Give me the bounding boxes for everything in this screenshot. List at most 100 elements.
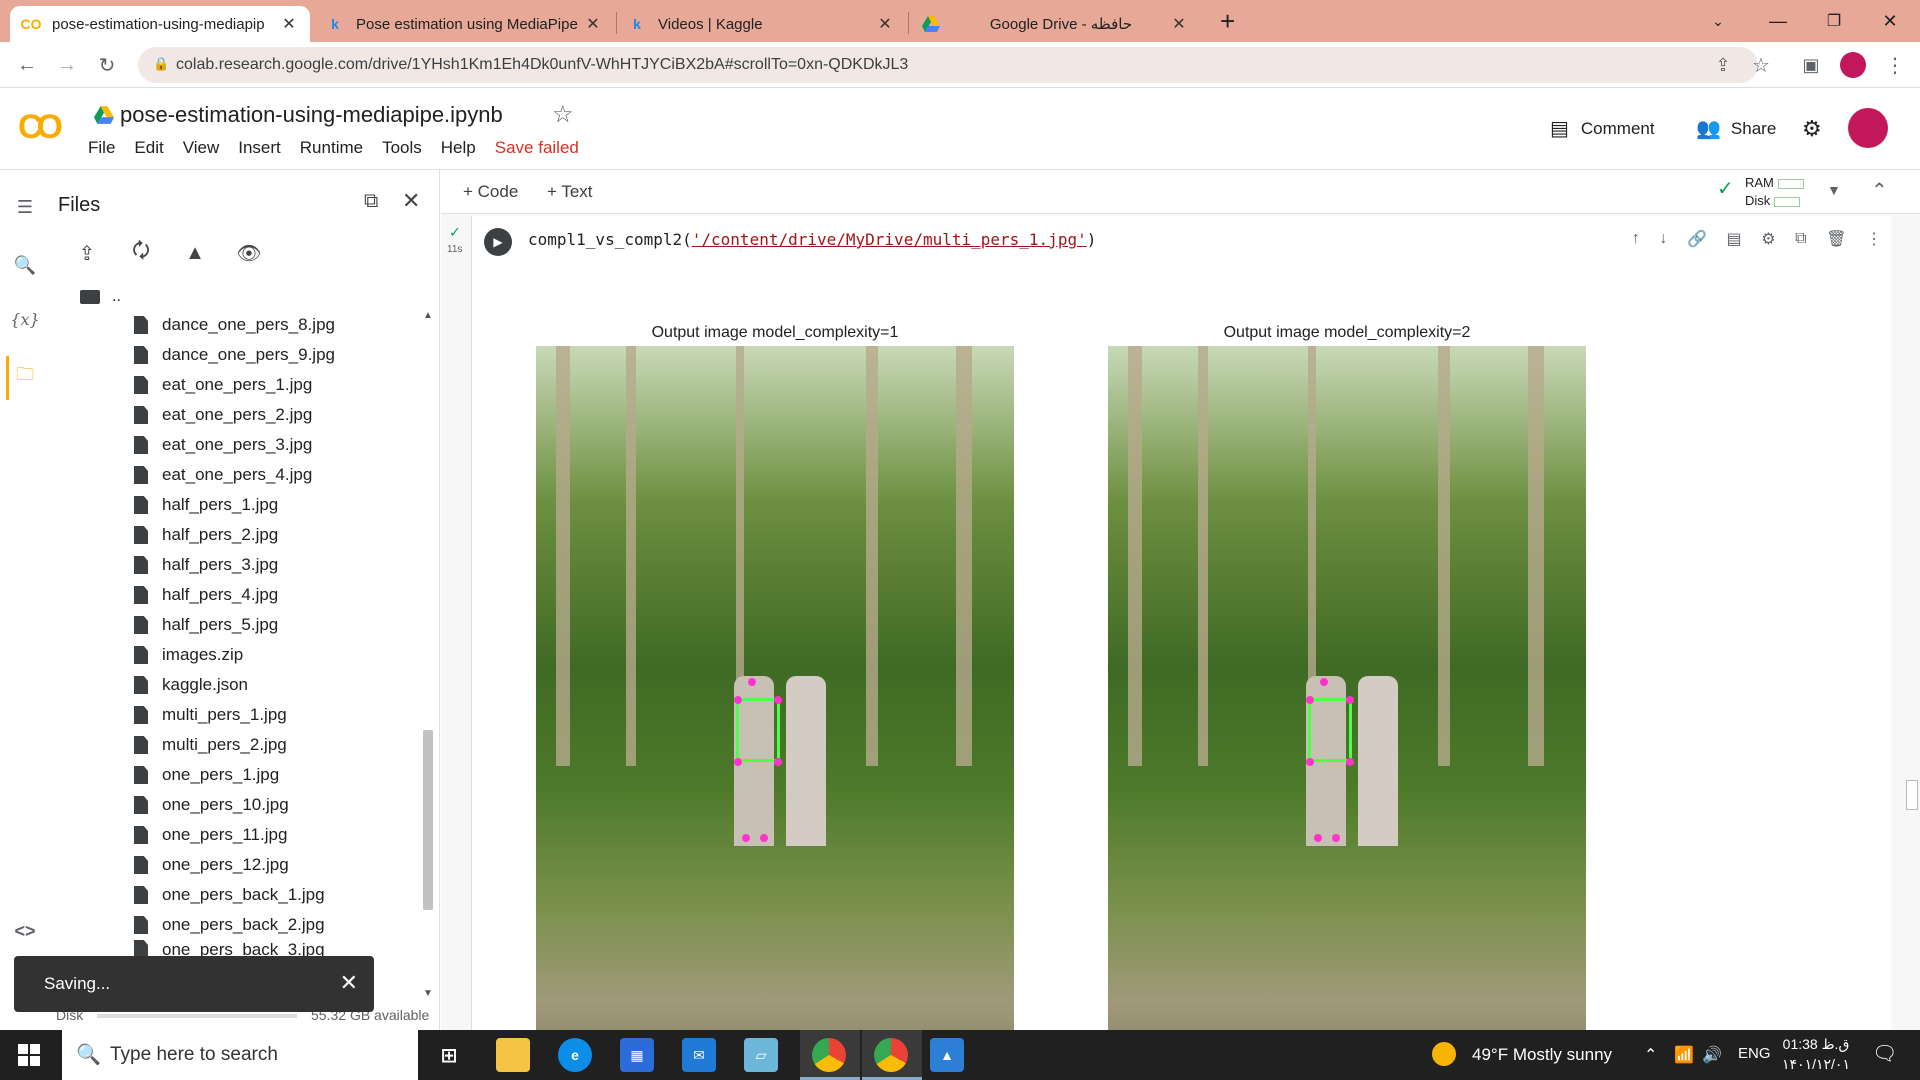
- code-snippets-icon[interactable]: <>: [10, 916, 40, 946]
- file-explorer-icon[interactable]: [496, 1038, 530, 1072]
- file-row[interactable]: half_pers_2.jpg: [134, 520, 278, 550]
- profile-avatar[interactable]: [1840, 52, 1866, 78]
- reload-icon[interactable]: ↻: [92, 50, 122, 80]
- file-row[interactable]: one_pers_back_2.jpg: [134, 910, 325, 940]
- file-row[interactable]: half_pers_1.jpg: [134, 490, 278, 520]
- windows-start-icon[interactable]: [18, 1044, 40, 1071]
- folder-icon[interactable]: 🗀: [10, 362, 40, 392]
- bookmark-star-icon[interactable]: ☆: [1746, 50, 1776, 80]
- file-row[interactable]: one_pers_10.jpg: [134, 790, 289, 820]
- tray-overflow-icon[interactable]: ⌃: [1644, 1045, 1657, 1065]
- file-row[interactable]: multi_pers_2.jpg: [134, 730, 287, 760]
- user-avatar[interactable]: [1848, 108, 1888, 148]
- comment-icon[interactable]: ▤: [1727, 229, 1742, 249]
- share-button[interactable]: 👥 Share: [1696, 116, 1776, 141]
- taskbar-search-input[interactable]: 🔍 Type here to search: [62, 1030, 418, 1080]
- close-icon[interactable]: ✕: [876, 14, 894, 34]
- open-in-tab-icon[interactable]: ⧉: [364, 190, 378, 213]
- language-indicator[interactable]: ENG: [1738, 1045, 1771, 1062]
- file-row[interactable]: one_pers_11.jpg: [134, 820, 287, 850]
- resources-indicator[interactable]: RAM Disk: [1745, 174, 1804, 210]
- chrome-menu-icon[interactable]: ⋮: [1880, 50, 1910, 80]
- search-icon[interactable]: 🔍: [10, 250, 40, 280]
- menu-tools[interactable]: Tools: [382, 138, 422, 158]
- files-scrollbar[interactable]: ▲ ▼: [420, 310, 436, 1000]
- menu-view[interactable]: View: [183, 138, 220, 158]
- close-panel-icon[interactable]: ✕: [402, 188, 420, 214]
- move-up-icon[interactable]: ↑: [1632, 230, 1640, 248]
- close-icon[interactable]: ✕: [584, 14, 602, 34]
- link-icon[interactable]: 🔗: [1687, 229, 1707, 249]
- share-page-icon[interactable]: ⇪: [1708, 50, 1738, 80]
- save-status[interactable]: Save failed: [495, 138, 579, 158]
- file-row[interactable]: half_pers_5.jpg: [134, 610, 278, 640]
- minimize-icon[interactable]: —: [1750, 0, 1806, 42]
- chrome-taskbar-item[interactable]: [800, 1030, 860, 1080]
- scroll-down-icon[interactable]: ▼: [423, 988, 433, 999]
- tab-colab[interactable]: CO pose-estimation-using-mediapip ✕: [10, 6, 310, 42]
- notifications-icon[interactable]: 🗨: [1872, 1041, 1897, 1066]
- file-row[interactable]: eat_one_pers_2.jpg: [134, 400, 312, 430]
- move-down-icon[interactable]: ↓: [1659, 230, 1667, 248]
- tab-search-icon[interactable]: ⌄: [1690, 0, 1746, 42]
- upload-file-icon[interactable]: ⇪: [70, 236, 104, 270]
- tab-kaggle-videos[interactable]: k Videos | Kaggle ✕: [616, 6, 906, 42]
- file-row[interactable]: eat_one_pers_3.jpg: [134, 430, 312, 460]
- add-text-button[interactable]: + Text: [547, 182, 593, 202]
- cell-code[interactable]: compl1_vs_compl2('/content/drive/MyDrive…: [528, 230, 1096, 249]
- colab-logo[interactable]: CO: [18, 108, 63, 147]
- address-bar[interactable]: 🔒 colab.research.google.com/drive/1YHsh1…: [138, 47, 1758, 83]
- show-hidden-eye-icon[interactable]: 👁: [232, 236, 266, 270]
- back-icon[interactable]: ←: [12, 50, 42, 80]
- window-close-icon[interactable]: ✕: [1862, 0, 1918, 42]
- file-row[interactable]: eat_one_pers_1.jpg: [134, 370, 312, 400]
- file-row[interactable]: one_pers_12.jpg: [134, 850, 289, 880]
- close-icon[interactable]: ✕: [1170, 14, 1188, 34]
- clock[interactable]: 01:38 ق.ظ ۱۴۰۱/۱۲/۰۱: [1780, 1034, 1852, 1074]
- mail-icon[interactable]: ✉: [682, 1038, 716, 1072]
- side-panel-icon[interactable]: ▣: [1796, 50, 1826, 80]
- toc-icon[interactable]: ☰: [10, 192, 40, 222]
- file-row[interactable]: one_pers_back_1.jpg: [134, 880, 325, 910]
- file-row[interactable]: kaggle.json: [134, 670, 248, 700]
- file-row[interactable]: eat_one_pers_4.jpg: [134, 460, 312, 490]
- scroll-up-icon[interactable]: ▲: [423, 310, 433, 321]
- restore-icon[interactable]: ❐: [1806, 0, 1862, 42]
- forward-icon[interactable]: →: [52, 50, 82, 80]
- task-view-icon[interactable]: ⊞: [432, 1038, 466, 1072]
- file-row[interactable]: one_pers_back_3.jpg: [134, 940, 325, 956]
- file-row[interactable]: half_pers_4.jpg: [134, 580, 278, 610]
- file-row[interactable]: dance_one_pers_8.jpg: [134, 310, 335, 340]
- new-tab-icon[interactable]: +: [1220, 6, 1235, 37]
- close-icon[interactable]: ✕: [280, 14, 298, 34]
- menu-edit[interactable]: Edit: [134, 138, 163, 158]
- file-row[interactable]: one_pers_1.jpg: [134, 760, 279, 790]
- file-row[interactable]: images.zip: [134, 640, 243, 670]
- menu-file[interactable]: File: [88, 138, 115, 158]
- resources-dropdown-icon[interactable]: ▼: [1827, 182, 1841, 198]
- toast-close-icon[interactable]: ✕: [340, 970, 358, 996]
- menu-runtime[interactable]: Runtime: [300, 138, 363, 158]
- collapse-chevron-icon[interactable]: ⌃: [1871, 178, 1888, 203]
- comment-button[interactable]: ▤ Comment: [1550, 116, 1655, 141]
- mirror-cell-icon[interactable]: ⧉: [1795, 230, 1806, 248]
- delete-trash-icon[interactable]: 🗑: [1826, 229, 1846, 249]
- menu-insert[interactable]: Insert: [238, 138, 281, 158]
- chrome-profile-taskbar-item[interactable]: [862, 1030, 922, 1080]
- volume-icon[interactable]: 🔊: [1702, 1045, 1722, 1065]
- app-icon[interactable]: ▱: [744, 1038, 778, 1072]
- run-cell-button[interactable]: ▶: [484, 228, 512, 256]
- file-row[interactable]: multi_pers_1.jpg: [134, 700, 287, 730]
- star-icon[interactable]: ☆: [552, 100, 574, 129]
- add-code-button[interactable]: + Code: [463, 182, 518, 202]
- scrollbar-thumb[interactable]: [423, 730, 433, 910]
- notebook-title[interactable]: pose-estimation-using-mediapipe.ipynb: [120, 102, 503, 128]
- menu-help[interactable]: Help: [441, 138, 476, 158]
- store-icon[interactable]: ▦: [620, 1038, 654, 1072]
- refresh-folder-icon[interactable]: 🗘: [124, 236, 158, 270]
- cell-settings-gear-icon[interactable]: ⚙: [1761, 229, 1775, 249]
- tab-kaggle-pose[interactable]: k Pose estimation using MediaPipe ✕: [314, 6, 614, 42]
- photos-icon[interactable]: ▲: [930, 1038, 964, 1072]
- page-scrollbar-thumb[interactable]: [1906, 780, 1918, 810]
- tab-google-drive[interactable]: Google Drive - حافظه ✕: [910, 6, 1200, 42]
